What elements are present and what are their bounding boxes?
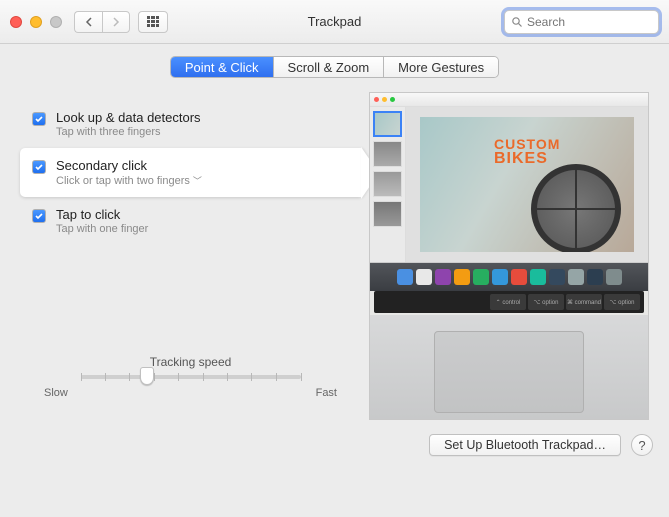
close-window-button[interactable] bbox=[10, 16, 22, 28]
forward-button[interactable] bbox=[102, 11, 130, 33]
preview-headline: CUSTOM BIKES bbox=[494, 137, 560, 167]
setup-bluetooth-button[interactable]: Set Up Bluetooth Trackpad… bbox=[429, 434, 621, 456]
tracking-speed-slider[interactable] bbox=[81, 375, 301, 379]
tracking-speed-section: Tracking speed bbox=[20, 355, 361, 409]
option-title: Tap to click bbox=[56, 207, 148, 222]
tab-more-gestures[interactable]: More Gestures bbox=[384, 57, 498, 77]
chevron-down-icon: ﹀ bbox=[193, 174, 202, 187]
tabs: Point & Click Scroll & Zoom More Gesture… bbox=[20, 56, 649, 78]
preview-thumbnails bbox=[370, 107, 406, 262]
option-title: Look up & data detectors bbox=[56, 110, 201, 125]
back-button[interactable] bbox=[74, 11, 102, 33]
search-icon bbox=[511, 16, 523, 28]
titlebar: Trackpad bbox=[0, 0, 669, 44]
checkbox-tap[interactable] bbox=[32, 209, 46, 223]
tab-label: Point & Click bbox=[185, 60, 259, 75]
preview-dock bbox=[370, 263, 648, 291]
option-sub-text: Click or tap with two fingers bbox=[56, 175, 190, 187]
option-lookup[interactable]: Look up & data detectors Tap with three … bbox=[20, 100, 361, 148]
preview-trackpad bbox=[434, 331, 584, 413]
option-sub: Tap with one finger bbox=[56, 223, 148, 235]
option-tap-to-click[interactable]: Tap to click Tap with one finger bbox=[20, 197, 361, 245]
option-secondary-click[interactable]: Secondary click Click or tap with two fi… bbox=[20, 148, 361, 197]
preview-touchbar: ⌃ control ⌥ option ⌘ command ⌥ option bbox=[374, 291, 644, 313]
option-sub-dropdown[interactable]: Click or tap with two fingers ﹀ bbox=[56, 174, 202, 187]
minimize-window-button[interactable] bbox=[30, 16, 42, 28]
gesture-preview: CUSTOM BIKES bbox=[369, 92, 649, 420]
preview-chassis bbox=[370, 315, 648, 419]
zoom-window-button bbox=[50, 16, 62, 28]
help-button[interactable]: ? bbox=[631, 434, 653, 456]
tab-label: Scroll & Zoom bbox=[288, 60, 370, 75]
tab-label: More Gestures bbox=[398, 60, 484, 75]
grid-icon bbox=[147, 16, 159, 28]
footer: Set Up Bluetooth Trackpad… ? bbox=[0, 420, 669, 470]
preview-page: CUSTOM BIKES bbox=[420, 117, 634, 252]
slider-knob[interactable] bbox=[140, 367, 154, 385]
slider-max-label: Fast bbox=[316, 387, 337, 399]
bike-wheel-graphic bbox=[531, 164, 621, 252]
tab-point-click[interactable]: Point & Click bbox=[171, 57, 274, 77]
search-field[interactable] bbox=[504, 10, 659, 34]
window-controls bbox=[10, 16, 62, 28]
show-all-button[interactable] bbox=[138, 11, 168, 33]
search-input[interactable] bbox=[527, 15, 652, 29]
checkbox-lookup[interactable] bbox=[32, 112, 46, 126]
tracking-speed-label: Tracking speed bbox=[44, 355, 337, 369]
checkbox-secondary[interactable] bbox=[32, 160, 46, 174]
slider-min-label: Slow bbox=[44, 387, 68, 399]
tab-scroll-zoom[interactable]: Scroll & Zoom bbox=[274, 57, 385, 77]
preview-screen: CUSTOM BIKES bbox=[370, 93, 648, 263]
option-title: Secondary click bbox=[56, 158, 202, 173]
option-sub: Tap with three fingers bbox=[56, 126, 201, 138]
nav-buttons bbox=[74, 11, 130, 33]
